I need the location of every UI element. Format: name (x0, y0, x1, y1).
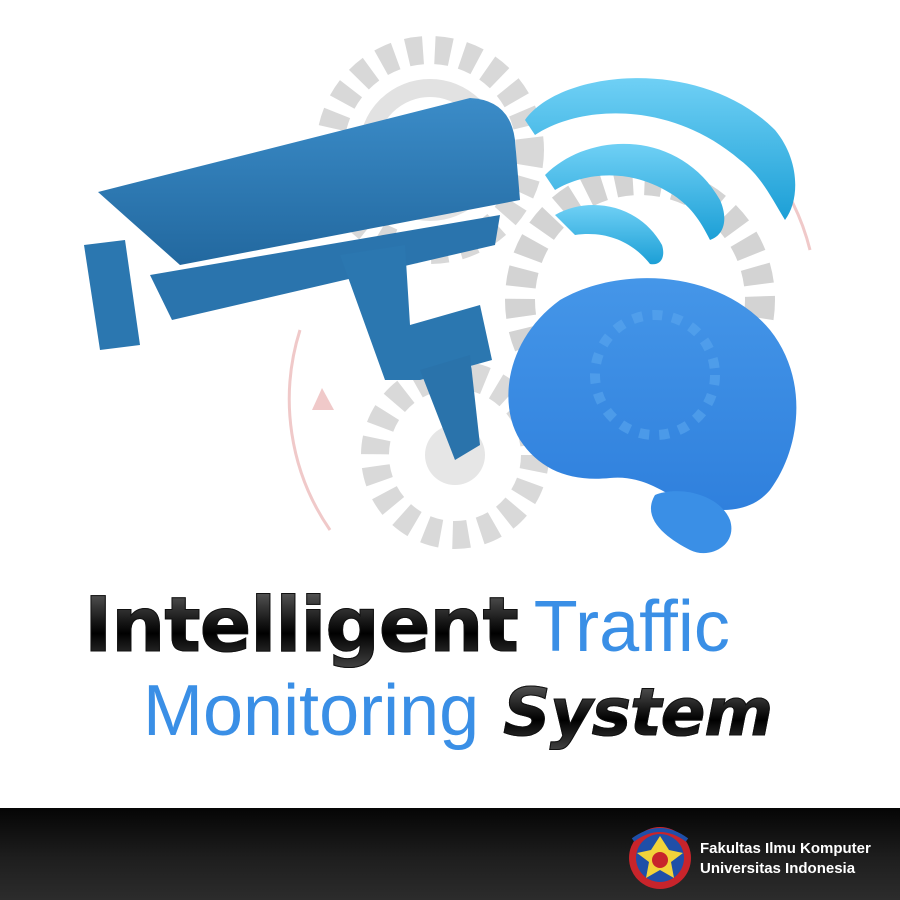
university-seal-icon (629, 827, 691, 889)
footer-university: Universitas Indonesia (700, 860, 856, 877)
cctv-camera-icon (84, 98, 520, 460)
title-word-system: System (503, 674, 774, 752)
footer-faculty: Fakultas Ilmu Komputer (700, 840, 871, 857)
title-line-2: Monitoring System (143, 670, 774, 752)
title-word-traffic: Traffic (533, 587, 730, 667)
logo-artwork (84, 36, 812, 554)
arrow-head-left (312, 388, 334, 410)
title-line-1: Intelligent Traffic (84, 580, 730, 670)
title-word-intelligent: Intelligent (84, 580, 520, 670)
footer-institution: Fakultas Ilmu Komputer Universitas Indon… (700, 839, 871, 879)
title-word-monitoring: Monitoring (143, 671, 480, 751)
brain-icon (508, 278, 797, 554)
